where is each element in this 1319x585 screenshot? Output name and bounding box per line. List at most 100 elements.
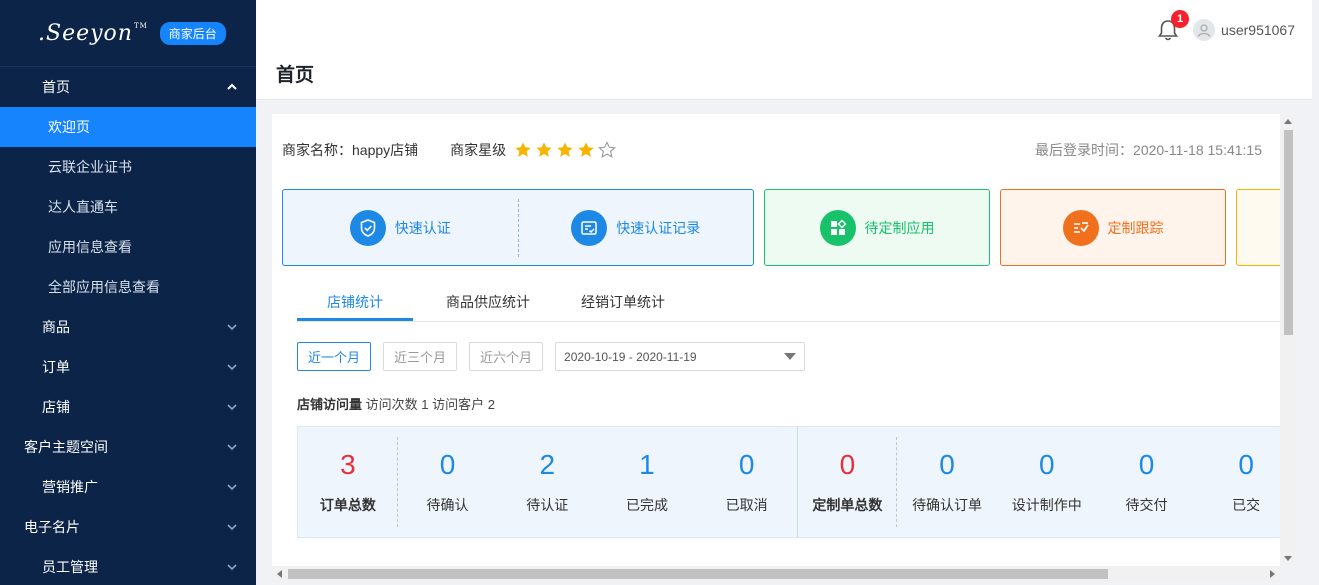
chevron-down-icon <box>226 361 238 373</box>
sidebar-item-label: 员工管理 <box>42 559 98 575</box>
stat-value: 0 <box>1138 449 1155 480</box>
shield-check-icon <box>349 209 386 246</box>
sidebar-item-label: 电子名片 <box>24 519 80 535</box>
sidebar-item-welcome[interactable]: 欢迎页 <box>0 107 256 147</box>
star-filled-icon <box>578 142 594 157</box>
scroll-up-arrow-icon[interactable] <box>1284 119 1292 124</box>
star-filled-icon <box>536 142 552 157</box>
visit-summary: 访问次数 1 访问客户 2 <box>365 397 495 412</box>
pending-custom-app-button[interactable]: 待定制应用 <box>765 190 989 265</box>
sidebar-item-app-info[interactable]: 应用信息查看 <box>0 227 256 267</box>
notification-badge: 1 <box>1171 10 1189 28</box>
quick-auth-record-button[interactable]: 快速认证记录 <box>519 190 754 265</box>
star-filled-icon <box>515 142 531 157</box>
sidebar-item-label: 营销推广 <box>42 479 98 495</box>
stat-value: 0 <box>939 449 955 480</box>
stat-label: 待交付 <box>1125 497 1168 513</box>
tab-distribution-order-stats[interactable]: 经销订单统计 <box>563 290 683 321</box>
sidebar-item-label: 店铺 <box>42 399 70 415</box>
date-range-value: 2020-10-19 - 2020-11-19 <box>564 349 697 364</box>
caret-down-icon <box>784 353 797 360</box>
scroll-down-arrow-icon[interactable] <box>1284 556 1292 561</box>
chevron-down-icon <box>226 521 238 533</box>
track-icon <box>1062 209 1099 246</box>
store-visit-summary: 店铺访问量 访问次数 1 访问客户 2 <box>297 394 495 413</box>
scroll-left-arrow-icon[interactable] <box>277 570 282 578</box>
stat-label: 已取消 <box>725 497 768 513</box>
stat-completed: 1 已完成 <box>597 427 697 537</box>
star-filled-icon <box>557 142 573 157</box>
stat-value: 0 <box>1038 449 1055 480</box>
sidebar-item-label: 客户主题空间 <box>24 439 108 455</box>
quick-auth-label: 快速认证 <box>394 219 451 236</box>
stat-value: 1 <box>639 449 655 480</box>
stat-pending-delivery: 0 待交付 <box>1097 427 1197 537</box>
stat-label: 待确认订单 <box>912 497 983 513</box>
sidebar-item-goods[interactable]: 商品 <box>0 307 256 347</box>
last-login-time: 最后登录时间：2020-11-18 15:41:15 <box>1035 142 1262 158</box>
stat-pending-confirm: 0 待确认 <box>398 427 498 537</box>
stat-pending-confirm-order: 0 待确认订单 <box>897 427 997 537</box>
custom-track-button[interactable]: 定制跟踪 <box>1001 190 1225 265</box>
merchant-name: 商家名称：happy店铺 <box>282 142 419 158</box>
sidebar-item-label: 欢迎页 <box>48 119 90 135</box>
stats-tabs: 店铺统计 商品供应统计 经销订单统计 <box>297 290 1280 322</box>
quick-auth-record-label: 快速认证记录 <box>616 219 701 236</box>
sidebar-item-staff[interactable]: 员工管理 <box>0 547 256 585</box>
stat-value: 2 <box>539 449 556 480</box>
sidebar-item-marketing[interactable]: 营销推广 <box>0 467 256 507</box>
sidebar-item-label: 首页 <box>42 79 70 95</box>
quick-auth-box: 快速认证 快速认证记录 <box>282 189 754 266</box>
date-range-picker[interactable]: 2020-10-19 - 2020-11-19 <box>555 342 806 371</box>
tab-goods-supply-stats[interactable]: 商品供应统计 <box>413 290 563 321</box>
pending-custom-app-box[interactable]: 待定制应用 <box>764 189 990 266</box>
range-one-month-button[interactable]: 近一个月 <box>297 342 372 371</box>
vertical-scrollbar[interactable] <box>1281 114 1295 566</box>
chevron-down-icon <box>226 401 238 413</box>
brand: .SeeyonTM 商家后台 <box>0 0 256 67</box>
sidebar-item-label: 订单 <box>42 359 70 375</box>
sidebar-item-business-card[interactable]: 电子名片 <box>0 507 256 547</box>
range-three-month-button[interactable]: 近三个月 <box>383 342 458 371</box>
sidebar-item-orders[interactable]: 订单 <box>0 347 256 387</box>
vertical-scroll-thumb[interactable] <box>1284 130 1293 335</box>
horizontal-scrollbar[interactable] <box>272 566 1280 582</box>
stat-label: 定制单总数 <box>812 497 883 513</box>
custom-track-box[interactable]: 定制跟踪 <box>1000 189 1226 266</box>
user-menu[interactable]: user951067 <box>1193 19 1295 41</box>
sidebar-item-customer-space[interactable]: 客户主题空间 <box>0 427 256 467</box>
dashboard-card: 商家名称：happy店铺 商家星级 最后登录时间：2020-11-18 15:4… <box>272 114 1280 566</box>
sidebar-item-enterprise-cert[interactable]: 云联企业证书 <box>0 147 256 187</box>
quick-auth-button[interactable]: 快速认证 <box>283 190 518 265</box>
apps-icon <box>819 209 856 246</box>
horizontal-scroll-thumb[interactable] <box>288 569 1108 579</box>
chevron-up-icon <box>226 81 238 93</box>
sidebar: .SeeyonTM 商家后台 首页 欢迎页 云联企业证书 达人直通车 应用信息查… <box>0 0 256 585</box>
scroll-right-arrow-icon[interactable] <box>1270 570 1275 578</box>
custom-track-label: 定制跟踪 <box>1107 219 1164 236</box>
main-area: 首页 1 user951067 商家名称：happy店铺 商家星级 最后登录时间… <box>256 0 1319 585</box>
visit-title: 店铺访问量 <box>297 397 363 412</box>
list-check-icon <box>571 209 608 246</box>
sidebar-item-label: 应用信息查看 <box>48 239 132 255</box>
tab-store-stats[interactable]: 店铺统计 <box>297 290 413 321</box>
sidebar-item-store[interactable]: 店铺 <box>0 387 256 427</box>
sidebar-item-influencer[interactable]: 达人直通车 <box>0 187 256 227</box>
merchant-info-row: 商家名称：happy店铺 商家星级 最后登录时间：2020-11-18 15:4… <box>282 140 1262 160</box>
quick-action-box-partial[interactable] <box>1236 189 1280 266</box>
stat-label: 待认证 <box>526 497 569 513</box>
stat-value: 0 <box>839 449 856 480</box>
filter-bar: 近一个月 近三个月 近六个月 2020-10-19 - 2020-11-19 <box>297 342 806 371</box>
chevron-down-icon <box>226 561 238 573</box>
seeyon-logo: .SeeyonTM <box>38 20 148 46</box>
window-edge <box>1312 0 1319 585</box>
username: user951067 <box>1221 22 1295 38</box>
stat-in-production: 0 设计制作中 <box>997 427 1097 537</box>
order-stats-panel: 3 订单总数 0 待确认 2 待认证 1 已完成 0 已取消 0 定制单总数 0… <box>297 426 1280 538</box>
sidebar-item-home[interactable]: 首页 <box>0 67 256 107</box>
merchant-backend-badge: 商家后台 <box>159 21 226 45</box>
stat-delivered: 0 已交 <box>1196 427 1280 537</box>
range-six-month-button[interactable]: 近六个月 <box>469 342 544 371</box>
sidebar-item-all-app-info[interactable]: 全部应用信息查看 <box>0 267 256 307</box>
page-title: 首页 <box>276 65 315 86</box>
